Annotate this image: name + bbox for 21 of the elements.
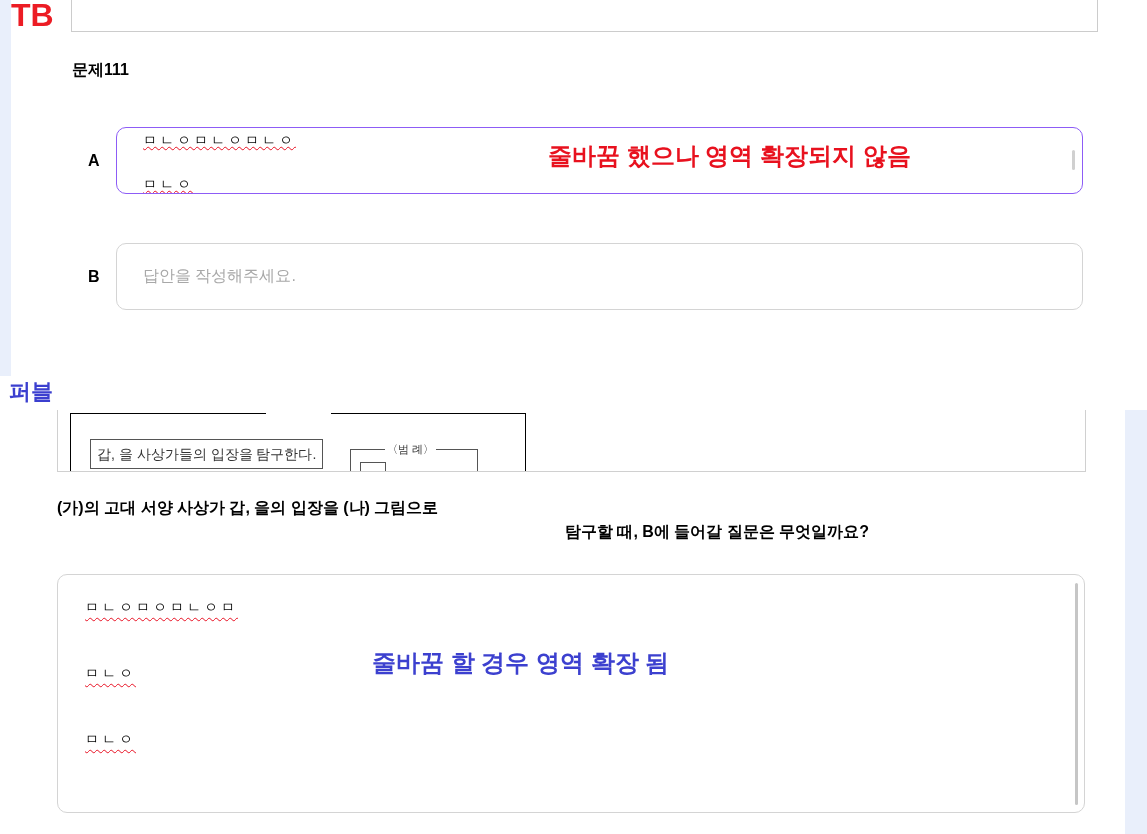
annotation-label: TB xyxy=(11,0,55,32)
legend-title: 〈범 례〉 xyxy=(385,442,437,456)
scrollbar-thumb[interactable] xyxy=(1075,583,1078,805)
annotation-note: 줄바꿈 했으나 영역 확장되지 않음 xyxy=(548,141,911,171)
answer-field[interactable]: 답안을 작성해주세요. xyxy=(116,243,1083,310)
typed-text: ㅁㄴㅇ xyxy=(143,175,194,193)
question-text: (가)의 고대 서양 사상가 갑, 을의 입장을 (나) 그림으로 탐구할 때, B에 들어갈 질문은 무엇일까요? xyxy=(57,498,870,542)
answer-field[interactable]: ㅁㄴㅇㅁㅇㅁㄴㅇㅁ ㅁㄴㅇ ㅁㄴㅇ 줄바꿈 할 경우 영역 확장 됨 xyxy=(57,574,1085,813)
typed-text: ㅁㄴㅇㅁㅇㅁㄴㅇㅁ xyxy=(85,598,238,617)
answer-label: B xyxy=(88,266,101,287)
scrollbar-thumb[interactable] xyxy=(1072,150,1075,170)
annotation-note: 줄바꿈 할 경우 영역 확장 됨 xyxy=(372,648,670,678)
typed-text: ㅁㄴㅇ xyxy=(85,664,136,683)
text-field[interactable] xyxy=(71,0,1098,32)
annotation-label: 퍼블 xyxy=(9,379,53,404)
typed-text: ㅁㄴㅇㅁㄴㅇㅁㄴㅇ xyxy=(143,131,296,150)
question-title: 문제111 xyxy=(72,61,129,78)
statement-label: 갑, 을 사상가들의 입장을 탐구한다. xyxy=(90,439,324,469)
typed-text: ㅁㄴㅇ xyxy=(85,730,136,749)
answer-field[interactable]: ㅁㄴㅇㅁㄴㅇㅁㄴㅇ ㅁㄴㅇ 줄바꿈 했으나 영역 확장되지 않음 xyxy=(116,127,1083,194)
answer-label: A xyxy=(88,150,101,171)
